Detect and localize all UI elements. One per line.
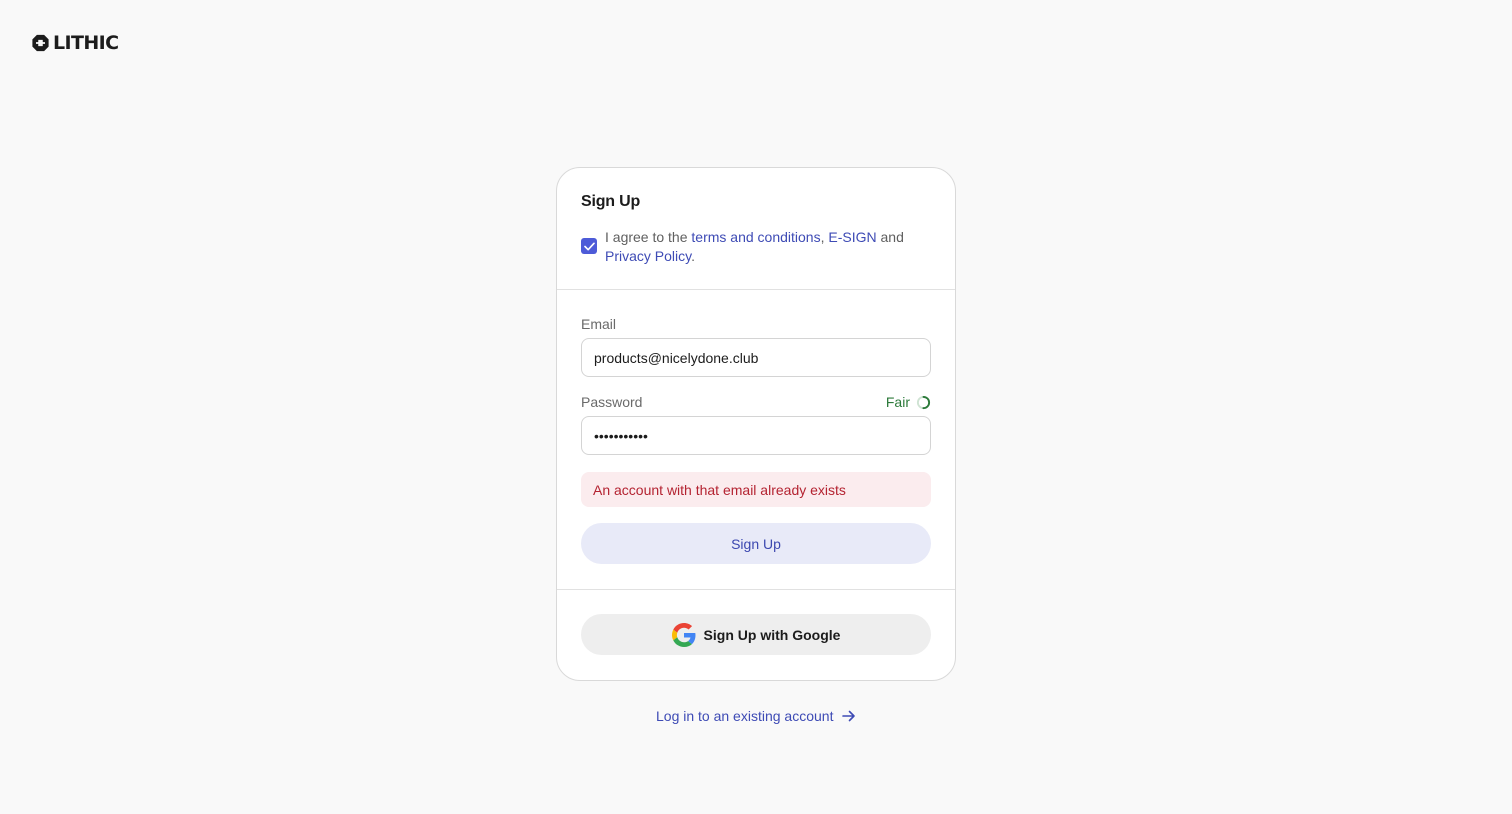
- privacy-link[interactable]: Privacy Policy: [605, 248, 691, 264]
- email-field[interactable]: [581, 338, 931, 377]
- login-link-label: Log in to an existing account: [656, 708, 834, 724]
- login-link[interactable]: Log in to an existing account: [656, 708, 857, 724]
- signup-card: Sign Up I agree to the terms and conditi…: [556, 167, 956, 681]
- password-label: Password: [581, 394, 643, 410]
- error-message: An account with that email already exist…: [581, 472, 931, 507]
- arrow-right-icon: [842, 710, 856, 722]
- agree-prefix: I agree to the: [605, 229, 692, 245]
- agree-suffix: .: [691, 248, 695, 264]
- checkmark-icon: [583, 242, 595, 250]
- agree-text: I agree to the terms and conditions, E-S…: [605, 228, 925, 266]
- strength-ring-icon: [916, 395, 931, 409]
- google-signup-button[interactable]: Sign Up with Google: [581, 614, 931, 655]
- signup-button[interactable]: Sign Up: [581, 523, 931, 564]
- agree-checkbox[interactable]: [581, 238, 597, 254]
- esign-link[interactable]: E-SIGN: [828, 229, 876, 245]
- google-icon: [671, 622, 696, 647]
- terms-link[interactable]: terms and conditions: [691, 229, 820, 245]
- logo-text: LITHIC: [53, 32, 119, 54]
- lithic-logo-icon: [32, 34, 49, 52]
- lithic-logo[interactable]: LITHIC: [31, 32, 119, 54]
- agree-sep2: and: [876, 229, 904, 245]
- google-signup-label: Sign Up with Google: [703, 626, 841, 643]
- form-section: Email Password Fair An account with that…: [557, 290, 955, 590]
- password-strength-label: Fair: [885, 394, 910, 410]
- password-strength: Fair: [886, 394, 931, 410]
- email-label: Email: [581, 316, 617, 332]
- password-field[interactable]: [581, 416, 931, 455]
- agreement-section: Sign Up I agree to the terms and conditi…: [557, 168, 955, 290]
- card-title: Sign Up: [581, 193, 641, 210]
